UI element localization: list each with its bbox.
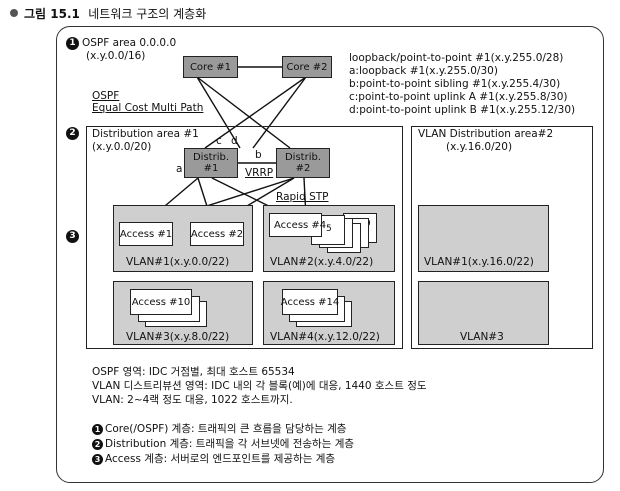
access-stack-5-label: 5 — [326, 224, 332, 234]
distribution-area-2-title: VLAN Distribution area#2 — [418, 128, 554, 140]
access-switch-14-label: Access #14 — [280, 296, 340, 308]
layer-distribution-badge: 2 — [92, 439, 103, 450]
access-switch-4: Access #4 — [269, 213, 326, 237]
legend-line-c: c:point-to-point uplink A #1(x.y.255.8/3… — [349, 91, 568, 103]
layer-access-text: Access 계층: 서버로의 엔드포인트를 제공하는 계층 — [105, 453, 336, 465]
distrib-router-1-line1: Distrib. — [192, 152, 230, 163]
vlan-4-label: VLAN#4(x.y.12.0/22) — [270, 331, 380, 343]
legend-line-0: loopback/point-to-point #1(x.y.255.0/28) — [349, 52, 564, 64]
legend-line-b: b:point-to-point sibling #1(x.y.255.4/30… — [349, 78, 561, 90]
distrib-router-1-line2: #1 — [203, 163, 219, 174]
note-vlan: VLAN: 2~4랙 정도 대응, 1022 호스트까지. — [92, 394, 293, 406]
area2-vlan-1-label: VLAN#1(x.y.16.0/22) — [424, 256, 534, 268]
badge-3: 3 — [66, 230, 79, 243]
distribution-area-1-title: Distribution area #1 — [92, 128, 199, 140]
distrib-router-2-line1: Distrib. — [284, 152, 322, 163]
core-router-1-label: Core #1 — [189, 61, 232, 73]
layer-access-badge: 3 — [92, 454, 103, 465]
link-label-a: a — [176, 163, 183, 175]
core-router-2-label: Core #2 — [286, 61, 328, 73]
layer-core-badge: 1 — [92, 424, 103, 435]
legend-line-d: d:point-to-point uplink B #1(x.y.255.12/… — [349, 104, 576, 116]
access-switch-4-label: Access #4 — [274, 219, 327, 231]
layer-core-text: Core(/OSPF) 계층: 트래픽의 큰 흐름을 담당하는 계층 — [105, 423, 347, 435]
rapid-stp-label: Rapid STP — [276, 191, 329, 203]
access-switch-1-label: Access #1 — [119, 228, 173, 240]
layer-distribution-text: Distribution 계층: 트래픽을 각 서브넷에 전송하는 계층 — [105, 438, 355, 450]
access-switch-10-label: Access #10 — [131, 296, 191, 308]
access-switch-14: Access #14 — [280, 289, 340, 315]
ospf-area-title: OSPF area 0.0.0.0 — [82, 37, 177, 49]
ospf-note-line2: Equal Cost Multi Path — [92, 102, 204, 114]
note-vlan-distribution: VLAN 디스트리뷰션 영역: IDC 내의 각 블록(예)에 대응, 1440… — [92, 380, 427, 392]
vlan-3-label: VLAN#3(x.y.8.0/22) — [126, 331, 230, 343]
vlan-2-label: VLAN#2(x.y.4.0/22) — [270, 256, 374, 268]
access-switch-2: Access #2 — [190, 222, 244, 246]
layer-core-row: 1 Core(/OSPF) 계층: 트래픽의 큰 흐름을 담당하는 계층 — [92, 423, 346, 436]
core-router-1: Core #1 — [183, 56, 238, 78]
layer-distribution-row: 2 Distribution 계층: 트래픽을 각 서브넷에 전송하는 계층 — [92, 438, 354, 451]
note-ospf: OSPF 영역: IDC 거점별, 최대 호스트 65534 — [92, 366, 295, 378]
distrib-router-2-line2: #2 — [295, 163, 311, 174]
badge-2: 2 — [66, 127, 79, 140]
link-label-d: d — [231, 135, 238, 147]
area2-vlan-3-label: VLAN#3 — [460, 331, 504, 343]
distrib-router-1: Distrib. #1 — [184, 148, 238, 178]
access-switch-1: Access #1 — [119, 222, 173, 246]
link-label-c: c — [216, 135, 222, 147]
distribution-area-1-subnet: (x.y.0.0/20) — [92, 141, 152, 153]
vrrp-label: VRRP — [245, 167, 274, 179]
badge-1: 1 — [66, 37, 79, 50]
ospf-area-subnet: (x.y.0.0/16) — [86, 50, 146, 62]
distrib-router-2: Distrib. #2 — [276, 148, 330, 178]
layer-access-row: 3 Access 계층: 서버로의 엔드포인트를 제공하는 계층 — [92, 453, 335, 466]
access-switch-10: Access #10 — [130, 289, 192, 315]
distribution-area-2-subnet: (x.y.16.0/20) — [446, 141, 513, 153]
link-label-b: b — [255, 149, 262, 161]
core-router-2: Core #2 — [282, 56, 332, 78]
legend-line-a: a:loopback #1(x.y.255.0/30) — [349, 65, 498, 77]
access-switch-2-label: Access #2 — [190, 228, 244, 240]
vlan-1-label: VLAN#1(x.y.0.0/22) — [126, 256, 230, 268]
